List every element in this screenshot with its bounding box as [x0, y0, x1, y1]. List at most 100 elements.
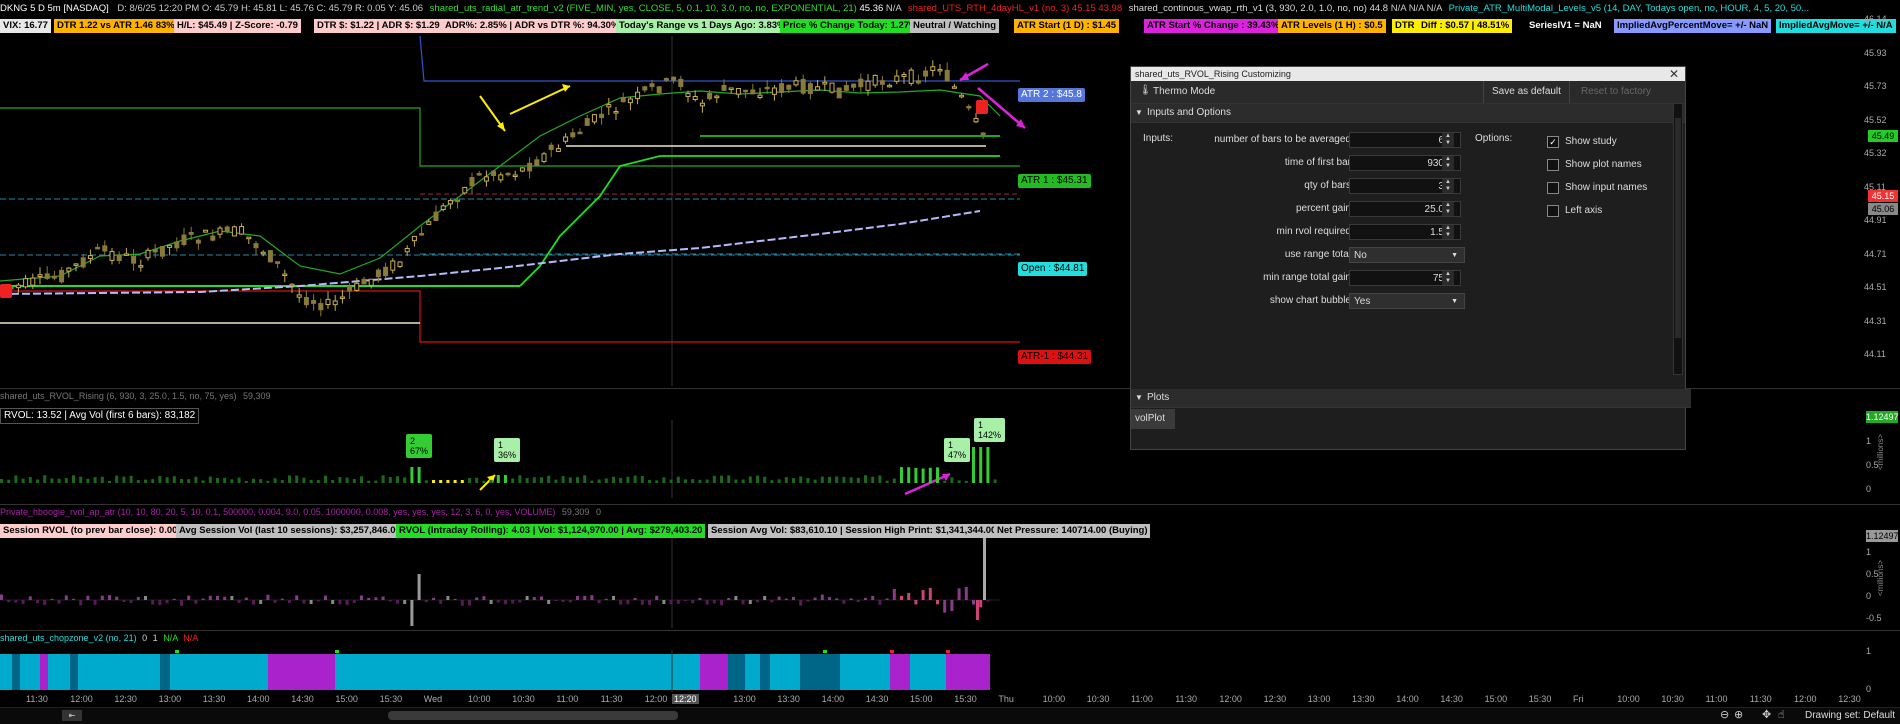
- candle-body: [807, 83, 813, 95]
- option-checkbox[interactable]: [1547, 182, 1559, 194]
- pan-icon[interactable]: ✥: [1762, 708, 1771, 721]
- horizontal-scrollbar[interactable]: [388, 711, 678, 720]
- candle-body: [635, 91, 641, 100]
- customizing-dialog[interactable]: shared_uts_RVOL_Rising Customizing ✕ 🌡 T…: [1130, 66, 1691, 450]
- option-checkbox[interactable]: ✓: [1547, 136, 1559, 148]
- candle-body: [512, 174, 518, 178]
- hboogie-bar: [864, 597, 867, 600]
- rvol-bar: [7, 479, 11, 483]
- option-label: Show input names: [1565, 182, 1648, 193]
- pane-divider-3[interactable]: [0, 630, 1900, 631]
- chopzone-segment: [946, 654, 990, 690]
- option-checkbox[interactable]: [1547, 205, 1559, 217]
- close-icon[interactable]: ✕: [1669, 67, 1679, 81]
- rvol-bar: [820, 476, 824, 483]
- dialog-title: shared_uts_RVOL_Rising Customizing: [1135, 69, 1291, 79]
- hboogie-bar: [842, 600, 846, 604]
- na-2: N/A: [1408, 3, 1424, 14]
- candle-body: [944, 69, 950, 82]
- hboogie-bar: [230, 596, 234, 600]
- study3-title[interactable]: shared_continous_vwap_rth_v1 (3, 930, 2.…: [1129, 3, 1367, 14]
- zoom-in-icon[interactable]: ⊕: [1734, 708, 1743, 721]
- candle-body: [937, 68, 943, 72]
- candle-body: [51, 275, 57, 279]
- hboogie-title[interactable]: Private_hboogie_rvol_ap_atr (10, 10, 80,…: [0, 507, 601, 517]
- spinner-icon[interactable]: ▲ ▼: [1442, 133, 1454, 147]
- cursor-icon[interactable]: ☝: [1778, 708, 1785, 721]
- rvol-bar: [72, 475, 75, 483]
- save-default-button[interactable]: Save as default: [1483, 81, 1570, 103]
- spinner-icon[interactable]: ▲ ▼: [1442, 179, 1454, 193]
- spinner-icon[interactable]: ▲ ▼: [1442, 225, 1454, 239]
- hboogie-tick-label: 1: [1866, 547, 1872, 557]
- rvol-study-title[interactable]: shared_uts_RVOL_Rising (6, 930, 3, 25.0,…: [0, 391, 271, 401]
- candle-body: [433, 211, 439, 222]
- plots-section-header[interactable]: ▼ Plots: [1131, 389, 1691, 408]
- candle-body: [534, 159, 540, 167]
- hboogie-bar: [676, 600, 680, 604]
- number-input[interactable]: 930 ▲ ▼: [1349, 155, 1461, 171]
- study2-title[interactable]: shared_UTS_RTH_4dayHL_v1 (no, 3): [908, 3, 1069, 14]
- candle-body: [44, 273, 50, 279]
- number-input[interactable]: 6▲▼: [1349, 132, 1461, 148]
- candle-body: [591, 114, 597, 123]
- number-input[interactable]: 25.0 ▲ ▼: [1349, 201, 1461, 217]
- number-input[interactable]: 1.5 ▲ ▼: [1349, 224, 1461, 240]
- drawing-set-label[interactable]: Drawing set: Default: [1805, 710, 1895, 721]
- rvol-tick-label: 0: [1866, 484, 1872, 494]
- inputs-section-header[interactable]: ▼ Inputs and Options: [1131, 104, 1685, 123]
- study4-title[interactable]: Private_ATR_MultiModal_Levels_v5 (14, DA…: [1449, 3, 1810, 14]
- candle-body: [858, 78, 864, 88]
- thermo-mode-button[interactable]: Thermo Mode: [1153, 86, 1215, 97]
- candle-body: [332, 300, 338, 306]
- spinner-icon[interactable]: ▲ ▼: [1442, 156, 1454, 170]
- hboogie-bar: [943, 600, 947, 613]
- time-tick-label: 12:30: [1838, 694, 1861, 704]
- candle-body: [73, 263, 79, 266]
- candle-body: [217, 227, 223, 235]
- candle-body: [419, 233, 425, 236]
- hboogie-bar: [345, 600, 349, 606]
- time-tick-label: 15:00: [335, 694, 358, 704]
- zoom-out-icon[interactable]: ⊖: [1720, 708, 1729, 721]
- hboogie-bar: [799, 600, 803, 606]
- candle-body: [851, 83, 857, 88]
- dialog-scrollbar[interactable]: [1673, 103, 1683, 375]
- pane-divider-2[interactable]: [0, 504, 1900, 505]
- spinner-icon[interactable]: ▲ ▼: [1442, 202, 1454, 216]
- inputs-panel: Inputs: Options: number of bars to be av…: [1131, 123, 1671, 339]
- time-tick-label: 12:00: [1794, 694, 1817, 704]
- candle-body: [707, 92, 713, 100]
- hboogie-bar: [439, 600, 443, 604]
- option-checkbox[interactable]: [1547, 159, 1559, 171]
- number-input[interactable]: 3▲▼: [1349, 178, 1461, 194]
- chopzone-segment: [268, 654, 335, 690]
- spinner-icon[interactable]: ▲ ▼: [1442, 271, 1454, 285]
- chopzone-strip[interactable]: [0, 650, 1860, 692]
- rvol-bar: [748, 476, 752, 483]
- rvol-bar: [511, 478, 515, 483]
- select-input[interactable]: No ▼: [1349, 247, 1465, 263]
- scroll-left-button[interactable]: ⇤: [62, 710, 82, 721]
- plot-tab-volplot[interactable]: volPlot: [1131, 409, 1175, 429]
- symbol-label[interactable]: DKNG 5 D 5m [NASDAQ]: [0, 3, 109, 14]
- number-input[interactable]: 75 ▲ ▼: [1349, 270, 1461, 286]
- study1-title[interactable]: shared_uts_radial_atr_trend_v2 (FIVE_MIN…: [430, 3, 857, 14]
- rvol-bar: [684, 479, 687, 483]
- hboogie-histogram[interactable]: [0, 538, 1860, 628]
- hboogie-tick-label: -0.5: [1866, 613, 1882, 623]
- reset-default-button[interactable]: Reset to factory default: [1573, 81, 1685, 119]
- chopzone-title[interactable]: shared_uts_chopzone_v2 (no, 21) 0 1 N/A …: [0, 633, 198, 643]
- candle-body: [483, 176, 489, 182]
- time-axis[interactable]: 11:30 12:00 12:30 13:00 13:30 14:00 14:30 15:00…: [0, 693, 1861, 707]
- dialog-scroll-thumb[interactable]: [1675, 118, 1681, 338]
- bubble-count: 1: [948, 440, 954, 450]
- candle-body: [951, 86, 957, 89]
- rvol-bar: [547, 475, 551, 483]
- price-box: 45.06: [1868, 203, 1898, 215]
- study1-value: 45.36: [859, 3, 884, 14]
- select-input[interactable]: Yes ▼: [1349, 293, 1465, 309]
- rvol-bar: [972, 447, 975, 483]
- dialog-titlebar[interactable]: shared_uts_RVOL_Rising Customizing ✕: [1131, 67, 1685, 81]
- time-tick-label: 13:00: [158, 694, 182, 704]
